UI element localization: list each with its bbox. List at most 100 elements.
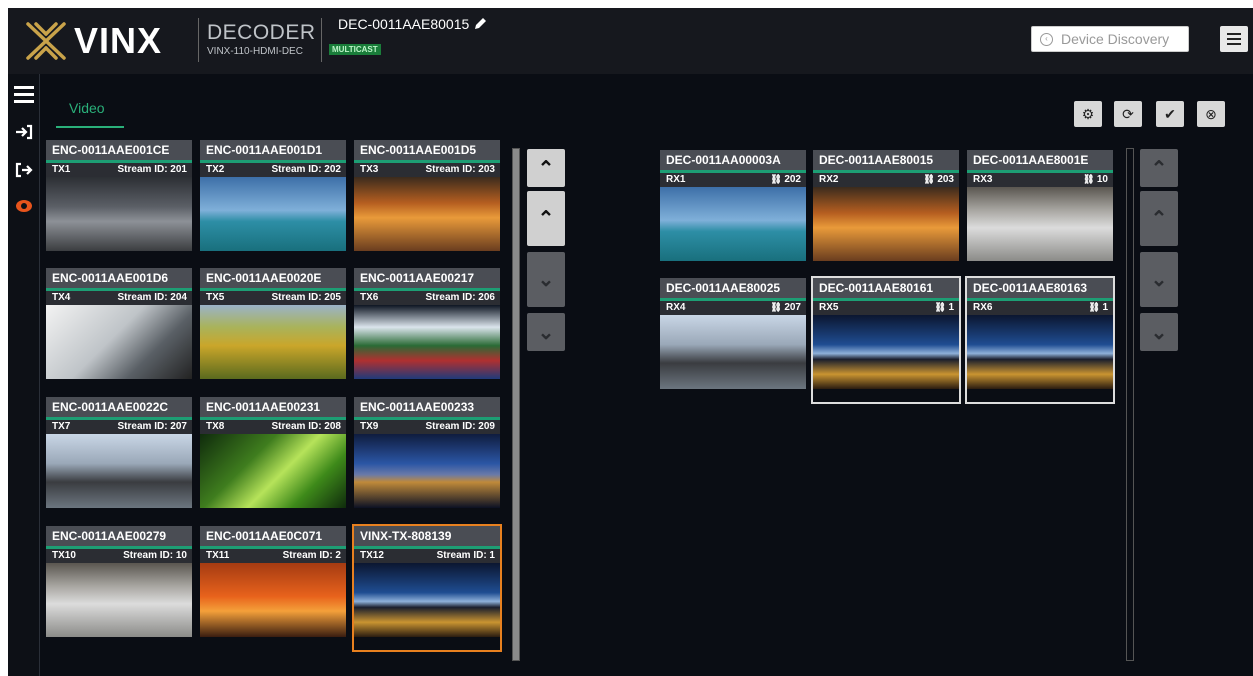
transmitter-scrollbar[interactable] (512, 148, 520, 661)
tile-device-name: DEC-0011AAE8001E (967, 150, 1113, 170)
tile-thumbnail (660, 315, 806, 389)
chevron-down-icon: ⌄ (1150, 269, 1168, 291)
tile-id: TX5 (206, 292, 225, 303)
transmitter-tile[interactable]: ENC-0011AAE0C071 TX11 Stream ID: 2 (200, 526, 346, 650)
transmitter-tile[interactable]: ENC-0011AAE00233 TX9 Stream ID: 209 (354, 397, 500, 521)
header-divider (198, 18, 199, 62)
tile-thumbnail (967, 315, 1113, 389)
link-icon: ⛓ (770, 174, 785, 184)
scroll-down-button[interactable]: ⌄ (527, 252, 565, 307)
tile-thumbnail (813, 187, 959, 261)
tile-stream-id: Stream ID: 205 (271, 292, 341, 303)
tile-id: RX3 (973, 174, 993, 185)
tile-thumbnail (200, 305, 346, 379)
tile-id: TX11 (206, 550, 230, 561)
tile-thumbnail (46, 563, 192, 637)
tile-meta: RX6 ⛓ 1 (967, 301, 1113, 315)
link-icon: ⛓ (770, 302, 785, 312)
transmitter-tile[interactable]: ENC-0011AAE001D1 TX2 Stream ID: 202 (200, 140, 346, 264)
tile-stream-id: Stream ID: 206 (425, 292, 495, 303)
tile-meta: TX5 Stream ID: 205 (200, 291, 346, 305)
receiver-tile[interactable]: DEC-0011AAE80025 RX4 ⛓ 207 (660, 278, 806, 402)
rx-scroll-down-button[interactable]: ⌄ (1140, 252, 1178, 307)
rx-scroll-bottom-button[interactable]: ⌄ (1140, 313, 1178, 351)
tab-video[interactable]: Video (56, 100, 124, 128)
tile-thumbnail (967, 187, 1113, 261)
double-chevron-down-icon: ⌄ (537, 321, 555, 344)
pencil-icon[interactable] (473, 17, 487, 31)
transmitter-tile[interactable]: VINX-TX-808139 TX12 Stream ID: 1 (352, 524, 502, 652)
tile-id: TX10 (52, 550, 76, 561)
app-window: VINX DECODER VINX-110-HDMI-DEC DEC-0011A… (8, 8, 1253, 676)
receiver-tile[interactable]: DEC-0011AAE8001E RX3 ⛓ 10 (967, 150, 1113, 274)
receiver-tile[interactable]: DEC-0011AAE80161 RX5 ⛓ 1 (811, 276, 961, 404)
double-chevron-up-icon: ⌃ (537, 157, 555, 180)
double-chevron-down-icon: ⌄ (1150, 321, 1168, 344)
tile-device-name: ENC-0011AAE001CE (46, 140, 192, 160)
transmitter-tile[interactable]: ENC-0011AAE0020E TX5 Stream ID: 205 (200, 268, 346, 392)
link-icon: ⛓ (1082, 174, 1097, 184)
login-icon[interactable] (8, 118, 40, 146)
apply-button[interactable]: ✔ (1156, 101, 1184, 127)
cancel-button[interactable]: ⊗ (1197, 101, 1225, 127)
tile-id: TX6 (360, 292, 379, 303)
rx-scroll-top-button[interactable]: ⌃ (1140, 149, 1178, 187)
tile-stream-id: Stream ID: 203 (425, 164, 495, 175)
tile-thumbnail (200, 434, 346, 508)
tile-stream-id: Stream ID: 1 (436, 550, 495, 561)
receiver-tile[interactable]: DEC-0011AAE80163 RX6 ⛓ 1 (965, 276, 1115, 404)
device-discovery-button[interactable]: ‹ Device Discovery (1031, 26, 1189, 52)
tile-stream-id: Stream ID: 201 (117, 164, 187, 175)
tile-device-name: ENC-0011AAE00233 (354, 397, 500, 417)
transmitter-tile[interactable]: ENC-0011AAE001D6 TX4 Stream ID: 204 (46, 268, 192, 392)
tile-device-name: ENC-0011AAE001D6 (46, 268, 192, 288)
transmitter-tile[interactable]: ENC-0011AAE001CE TX1 Stream ID: 201 (46, 140, 192, 264)
transmitter-tile[interactable]: ENC-0011AAE00217 TX6 Stream ID: 206 (354, 268, 500, 392)
tile-id: TX4 (52, 292, 71, 303)
tile-stream-id: Stream ID: 204 (117, 292, 187, 303)
tile-link-value: 10 (1096, 174, 1108, 185)
tile-stream-id: Stream ID: 202 (271, 164, 341, 175)
rx-scroll-up-button[interactable]: ⌃ (1140, 191, 1178, 246)
tile-meta: TX12 Stream ID: 1 (354, 549, 500, 563)
refresh-button[interactable]: ⟳ (1114, 101, 1142, 127)
scroll-bottom-button[interactable]: ⌄ (527, 313, 565, 351)
tile-link-value: 207 (784, 302, 801, 313)
tile-thumbnail (200, 177, 346, 251)
logout-icon[interactable] (8, 156, 40, 184)
vinx-logo: VINX (24, 18, 184, 64)
transmitter-tile[interactable]: ENC-0011AAE0022C TX7 Stream ID: 207 (46, 397, 192, 521)
tile-device-name: VINX-TX-808139 (354, 526, 500, 546)
receiver-tile[interactable]: DEC-0011AA00003A RX1 ⛓ 202 (660, 150, 806, 274)
device-type: DECODER (207, 21, 316, 44)
transmitter-tile[interactable]: ENC-0011AAE001D5 TX3 Stream ID: 203 (354, 140, 500, 264)
settings-button[interactable]: ⚙ (1074, 101, 1102, 127)
hamburger-menu-button[interactable] (1220, 26, 1248, 52)
tile-meta: TX2 Stream ID: 202 (200, 163, 346, 177)
menu-icon[interactable] (8, 80, 40, 108)
chevron-up-icon: ⌃ (1150, 208, 1168, 230)
device-name[interactable]: DEC-0011AAE80015 (338, 16, 487, 32)
transmitter-tile[interactable]: ENC-0011AAE00231 TX8 Stream ID: 208 (200, 397, 346, 521)
tile-id: RX2 (819, 174, 839, 185)
scroll-up-button[interactable]: ⌃ (527, 191, 565, 246)
tile-id: RX6 (973, 302, 993, 313)
tile-link: ⛓ 207 (770, 302, 801, 315)
tile-device-name: ENC-0011AAE0022C (46, 397, 192, 417)
scroll-top-button[interactable]: ⌃ (527, 149, 565, 187)
tile-device-name: DEC-0011AAE80025 (660, 278, 806, 298)
mode-badge: MULTICAST (329, 44, 381, 55)
device-model: VINX-110-HDMI-DEC (207, 46, 303, 57)
eye-icon[interactable] (8, 192, 40, 220)
chevron-down-icon: ⌄ (537, 269, 555, 291)
tile-device-name: DEC-0011AAE80161 (813, 278, 959, 298)
tile-device-name: ENC-0011AAE00279 (46, 526, 192, 546)
header-divider (321, 18, 322, 62)
tile-thumbnail (660, 187, 806, 261)
transmitter-tile[interactable]: ENC-0011AAE00279 TX10 Stream ID: 10 (46, 526, 192, 650)
device-discovery-label: Device Discovery (1061, 31, 1170, 47)
receiver-scrollbar[interactable] (1126, 148, 1134, 661)
tile-meta: TX11 Stream ID: 2 (200, 549, 346, 563)
tile-id: RX4 (666, 302, 686, 313)
receiver-tile[interactable]: DEC-0011AAE80015 RX2 ⛓ 203 (813, 150, 959, 274)
